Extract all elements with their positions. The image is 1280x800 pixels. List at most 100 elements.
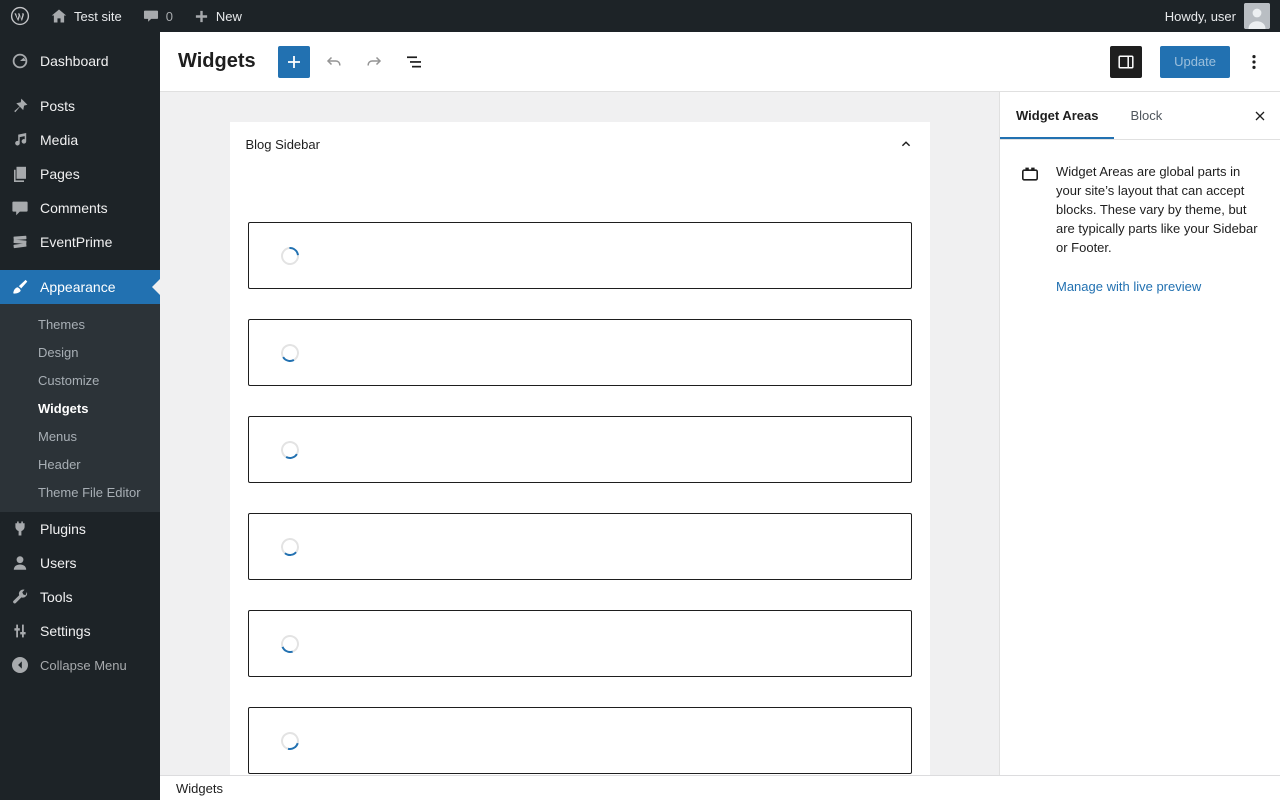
sidebar-item-label: Media bbox=[40, 132, 79, 148]
manage-live-preview-link[interactable]: Manage with live preview bbox=[1056, 279, 1201, 294]
comments-indicator[interactable]: 0 bbox=[132, 0, 183, 32]
submenu-item-menus[interactable]: Menus bbox=[0, 422, 160, 450]
plugin-icon bbox=[10, 519, 30, 539]
submenu-item-design[interactable]: Design bbox=[0, 338, 160, 366]
loading-block[interactable] bbox=[247, 416, 912, 483]
submenu-item-themes[interactable]: Themes bbox=[0, 310, 160, 338]
widget-area-title: Blog Sidebar bbox=[245, 136, 320, 152]
sidebar-item-label: Tools bbox=[40, 589, 73, 605]
sidebar-item-comments[interactable]: Comments bbox=[0, 191, 160, 225]
site-name-link[interactable]: Test site bbox=[40, 0, 132, 32]
sidebar-item-users[interactable]: Users bbox=[0, 546, 160, 580]
inspector-tabs: Widget Areas Block bbox=[1000, 92, 1280, 140]
new-menu[interactable]: New bbox=[183, 0, 252, 32]
sidebar-item-plugins[interactable]: Plugins bbox=[0, 512, 160, 546]
tab-block[interactable]: Block bbox=[1114, 92, 1178, 139]
sidebar-item-label: EventPrime bbox=[40, 234, 113, 250]
admin-sidebar: Dashboard Posts Media Pages Comments Eve… bbox=[0, 32, 160, 800]
widget-area-panel: Blog Sidebar bbox=[229, 122, 930, 775]
redo-button[interactable] bbox=[358, 46, 390, 78]
current-menu-arrow bbox=[152, 279, 160, 295]
loading-spinner-icon bbox=[279, 536, 300, 557]
dashboard-icon bbox=[10, 51, 30, 71]
collapse-menu-button[interactable]: Collapse Menu bbox=[0, 648, 160, 682]
block-inserter-button[interactable] bbox=[277, 45, 310, 78]
comments-icon bbox=[10, 198, 30, 218]
sidebar-item-settings[interactable]: Settings bbox=[0, 614, 160, 648]
chevron-up-icon bbox=[898, 136, 914, 152]
editor-header: Widgets Update bbox=[160, 32, 1280, 92]
wordpress-logo-icon bbox=[10, 6, 30, 26]
sidebar-item-appearance[interactable]: Appearance bbox=[0, 270, 160, 304]
sidebar-item-label: Dashboard bbox=[40, 53, 109, 69]
settings-sliders-icon bbox=[10, 621, 30, 641]
comment-count: 0 bbox=[165, 8, 173, 24]
loading-block[interactable] bbox=[247, 222, 912, 289]
close-icon bbox=[1255, 111, 1265, 120]
loading-block[interactable] bbox=[247, 610, 912, 677]
submenu-item-header[interactable]: Header bbox=[0, 450, 160, 478]
submenu-item-customize[interactable]: Customize bbox=[0, 366, 160, 394]
loading-spinner-icon bbox=[278, 438, 301, 461]
home-icon bbox=[50, 7, 68, 25]
undo-icon bbox=[326, 56, 341, 65]
loading-spinner-icon bbox=[278, 341, 301, 364]
loading-spinner-icon bbox=[277, 631, 302, 656]
sidebar-item-dashboard[interactable]: Dashboard bbox=[0, 44, 160, 78]
submenu-item-widgets[interactable]: Widgets bbox=[0, 394, 160, 422]
comment-bubble-icon bbox=[142, 7, 160, 25]
widget-areas-description: Widget Areas are global parts in your si… bbox=[1056, 164, 1258, 255]
options-menu-button[interactable] bbox=[1240, 46, 1268, 78]
content-area: Widgets Update Blog Sidebar Widget Areas… bbox=[160, 32, 1280, 800]
kebab-menu-icon bbox=[1252, 54, 1256, 69]
sidebar-item-label: Posts bbox=[40, 98, 76, 114]
howdy-text[interactable]: Howdy, user bbox=[1165, 9, 1236, 24]
plus-icon bbox=[287, 55, 300, 68]
loading-block[interactable] bbox=[247, 319, 912, 386]
sidebar-item-eventprime[interactable]: EventPrime bbox=[0, 225, 160, 259]
sidebar-item-label: Plugins bbox=[40, 521, 86, 537]
sidebar-item-pages[interactable]: Pages bbox=[0, 157, 160, 191]
undo-button[interactable] bbox=[318, 46, 350, 78]
loading-block[interactable] bbox=[247, 707, 912, 774]
sidebar-item-posts[interactable]: Posts bbox=[0, 89, 160, 123]
update-button[interactable]: Update bbox=[1160, 45, 1230, 78]
media-icon bbox=[10, 130, 30, 150]
wp-logo-menu[interactable] bbox=[0, 0, 40, 32]
collapse-arrow-icon bbox=[10, 655, 30, 675]
tab-widget-areas[interactable]: Widget Areas bbox=[1000, 92, 1114, 139]
site-name-label: Test site bbox=[74, 8, 122, 24]
pushpin-icon bbox=[10, 96, 30, 116]
editor-canvas: Blog Sidebar bbox=[160, 92, 999, 775]
submenu-item-theme-file-editor[interactable]: Theme File Editor bbox=[0, 478, 160, 506]
block-list bbox=[230, 166, 930, 774]
pages-icon bbox=[10, 164, 30, 184]
sidebar-item-tools[interactable]: Tools bbox=[0, 580, 160, 614]
sidebar-panel-icon bbox=[1118, 54, 1134, 69]
list-view-icon bbox=[406, 55, 421, 67]
inspector-sidebar: Widget Areas Block Widget Areas are glob… bbox=[999, 92, 1280, 775]
loading-block[interactable] bbox=[247, 513, 912, 580]
sidebar-item-label: Users bbox=[40, 555, 77, 571]
sidebar-item-media[interactable]: Media bbox=[0, 123, 160, 157]
sidebar-item-label: Pages bbox=[40, 166, 80, 182]
sidebar-item-label: Comments bbox=[40, 200, 108, 216]
widget-area-box-icon bbox=[1020, 162, 1040, 257]
collapse-menu-label: Collapse Menu bbox=[40, 657, 127, 673]
loading-spinner-icon bbox=[277, 728, 302, 753]
avatar[interactable] bbox=[1244, 3, 1270, 29]
new-label: New bbox=[215, 8, 242, 24]
list-view-button[interactable] bbox=[398, 46, 430, 78]
eventprime-icon bbox=[10, 232, 30, 252]
settings-sidebar-toggle[interactable] bbox=[1110, 45, 1143, 78]
admin-bar: Test site 0 New Howdy, user bbox=[0, 0, 1280, 32]
user-icon bbox=[10, 553, 30, 573]
widget-area-header[interactable]: Blog Sidebar bbox=[230, 122, 930, 166]
appearance-brush-icon bbox=[10, 277, 30, 297]
close-settings-button[interactable] bbox=[1240, 92, 1280, 139]
footer-breadcrumb[interactable]: Widgets bbox=[176, 781, 223, 796]
loading-spinner-icon bbox=[276, 242, 303, 269]
wrench-icon bbox=[10, 587, 30, 607]
sidebar-item-label: Settings bbox=[40, 623, 91, 639]
appearance-submenu: Themes Design Customize Widgets Menus He… bbox=[0, 304, 160, 512]
